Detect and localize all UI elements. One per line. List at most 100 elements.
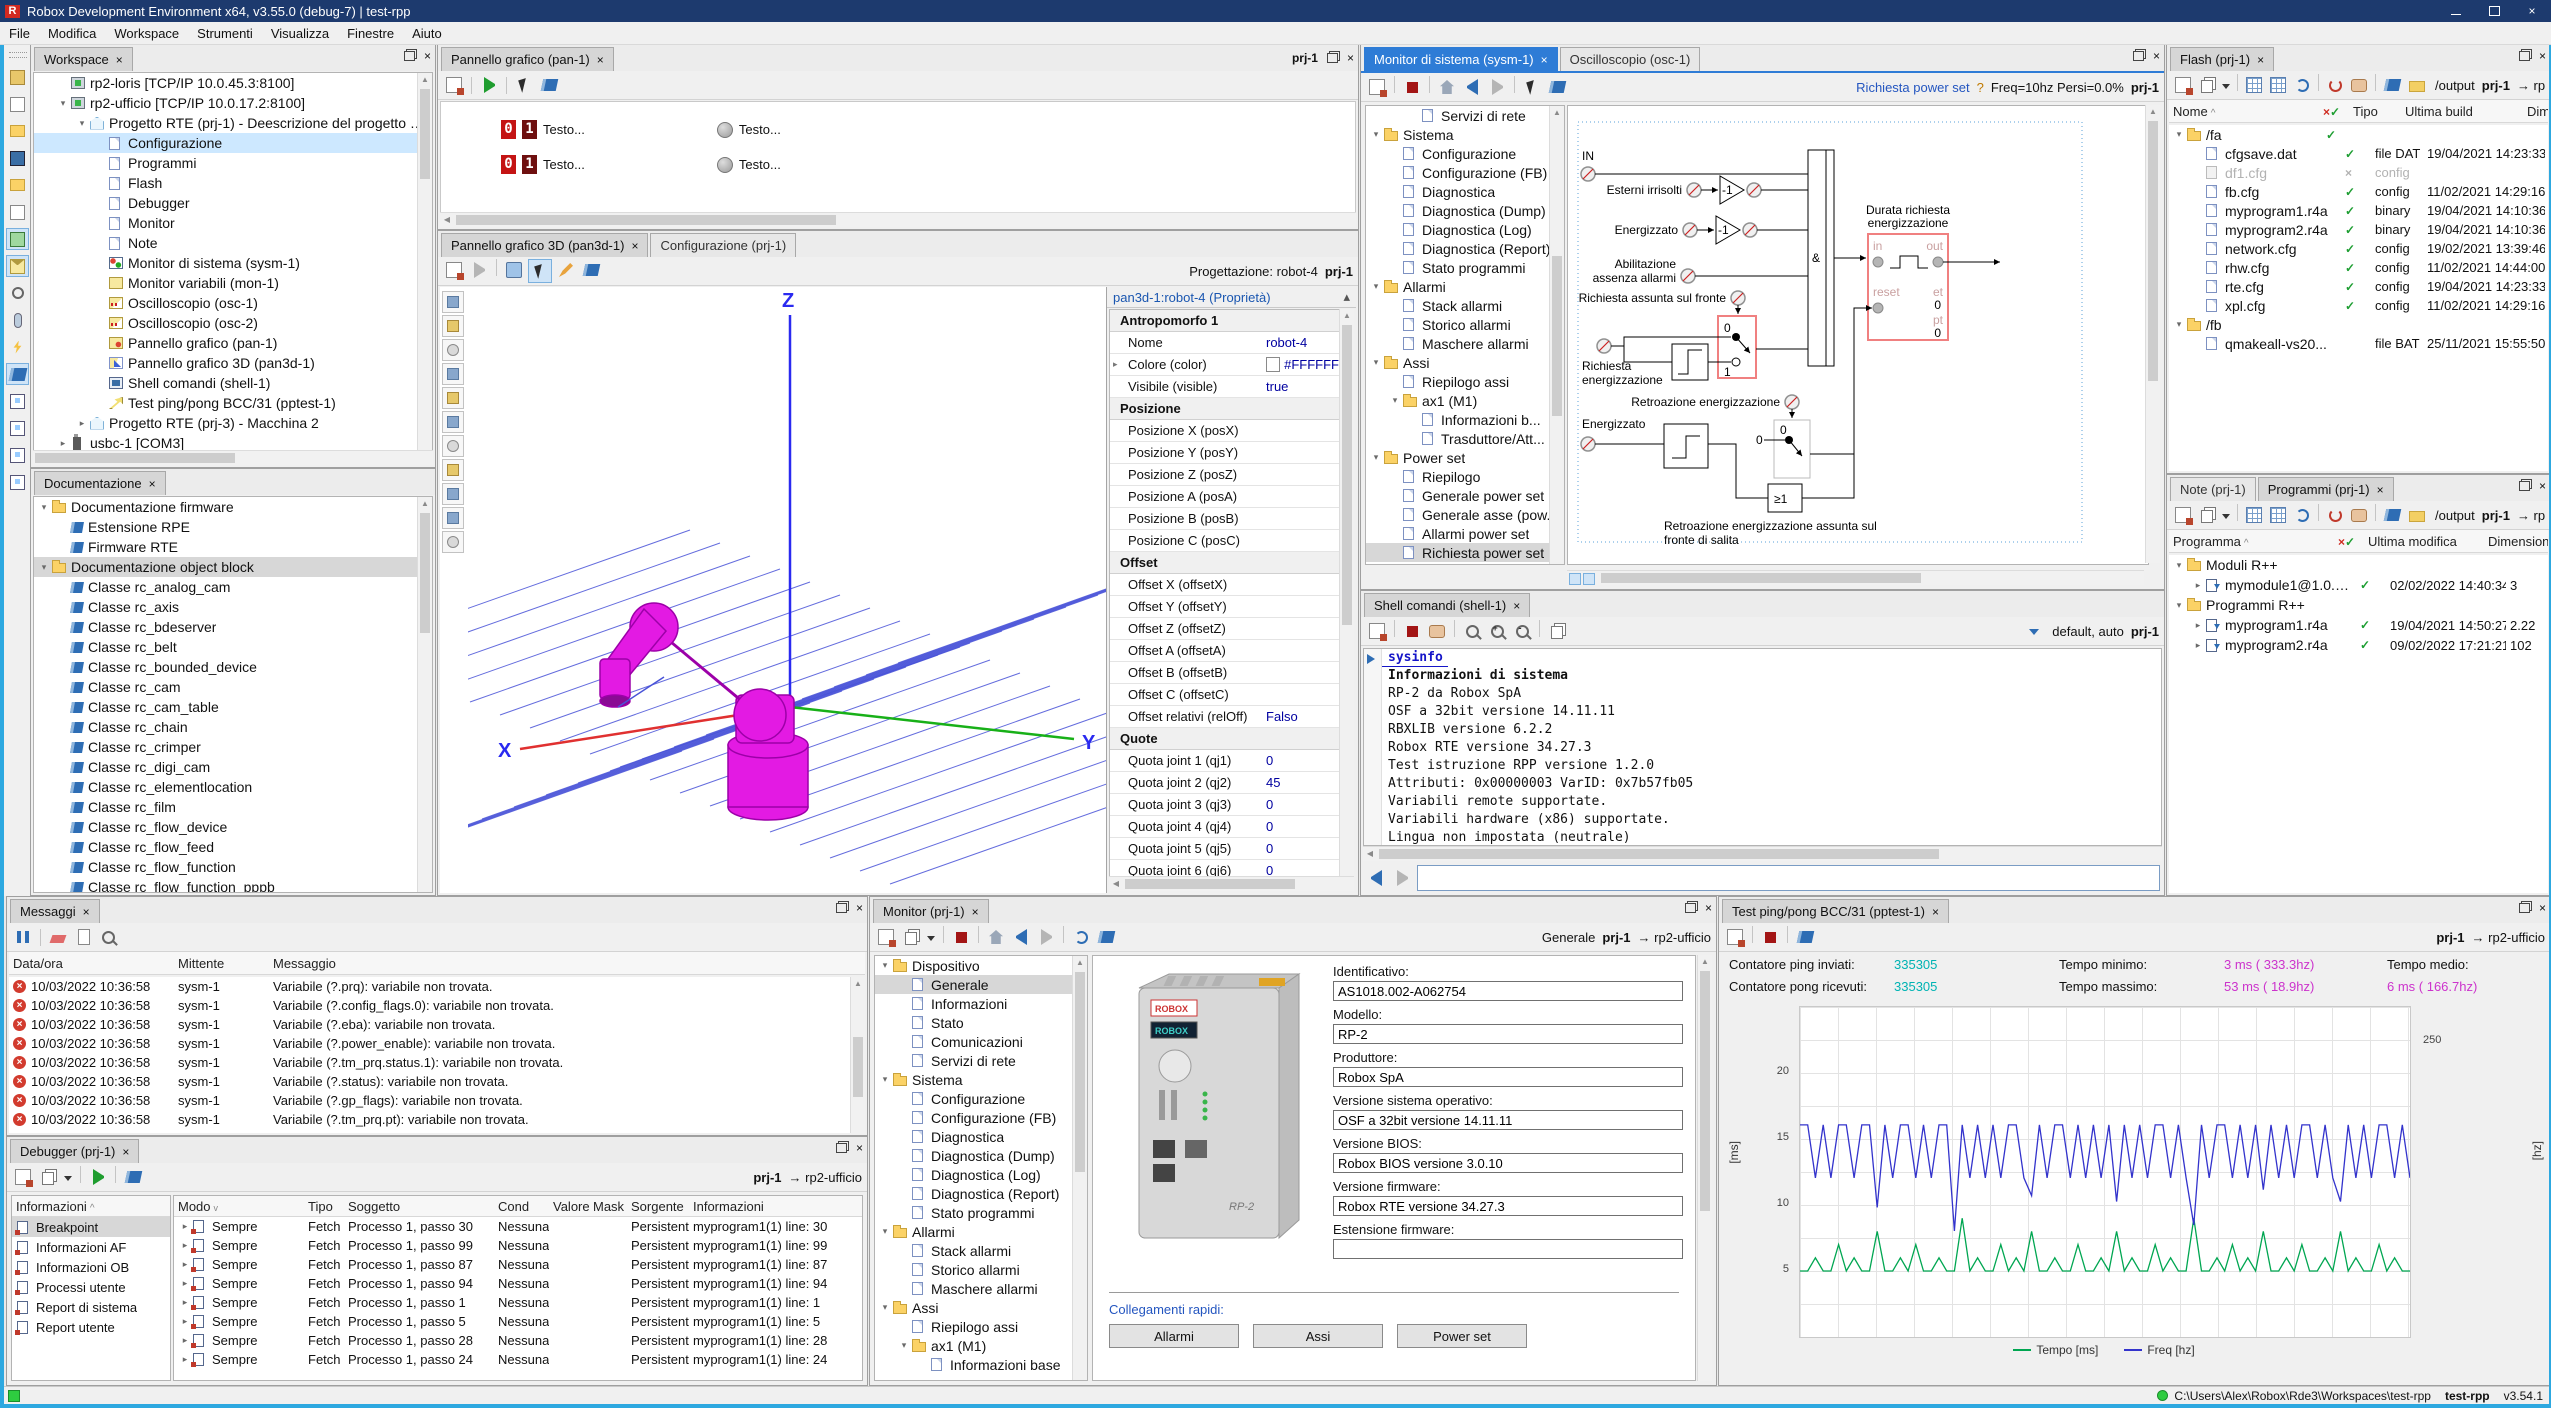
file-row[interactable]: rte.cfg ✓ config 19/04/2021 14:23:33	[2169, 277, 2548, 296]
vertical-scrollbar[interactable]: ▲	[2145, 105, 2160, 563]
docs-icon[interactable]	[6, 363, 29, 385]
property-row[interactable]: Offset Z (offsetZ)	[1110, 618, 1339, 640]
menu-item[interactable]: Visualizza	[262, 22, 338, 44]
panel-widget-row[interactable]: 01 Testo... Testo...	[501, 155, 781, 174]
debug-view-item[interactable]: Informazioni AF	[12, 1237, 170, 1257]
property-row[interactable]: Offset A (offsetA)	[1110, 640, 1339, 662]
tree-item[interactable]: Classe rc_flow_function	[34, 857, 432, 877]
tab-debugger[interactable]: Debugger (prj-1) ×	[10, 1139, 139, 1163]
select-icon[interactable]	[442, 291, 464, 313]
Power set[interactable]: Power set	[1397, 1324, 1527, 1348]
minimize-button[interactable]	[2437, 0, 2475, 22]
close-panel-icon[interactable]: ×	[856, 1143, 863, 1153]
message-row[interactable]: 10/03/2022 10:36:58 sysm-1 Variabile (?.…	[9, 1091, 851, 1110]
close-icon[interactable]: ×	[116, 55, 123, 65]
menu-item[interactable]: Strumenti	[188, 22, 262, 44]
property-row[interactable]: Posizione B (posB)	[1110, 508, 1339, 530]
debug-view-item[interactable]: Processi utente	[12, 1277, 170, 1297]
property-row[interactable]: Quota joint 1 (qj1) 0	[1110, 750, 1339, 772]
menu-item[interactable]: Modifica	[39, 22, 105, 44]
sep[interactable]	[2318, 74, 2319, 91]
close-panel-icon[interactable]: ×	[1347, 53, 1354, 63]
tree-item[interactable]: Allarmi power set	[1366, 524, 1564, 543]
close-icon[interactable]: ×	[1541, 55, 1548, 65]
tree-item[interactable]: Stato	[875, 1013, 1087, 1032]
property-row[interactable]: Offset X (offsetX)	[1110, 574, 1339, 596]
flash-tool-icon[interactable]	[6, 336, 29, 358]
float-panel-icon[interactable]	[2519, 51, 2530, 61]
expander-icon[interactable]: ▸	[178, 1316, 192, 1327]
tree-item[interactable]: Diagnostica (Report)	[1366, 239, 1564, 258]
property-row[interactable]: Nome robot-4	[1110, 332, 1339, 354]
page-nav-icon[interactable]	[1583, 573, 1595, 585]
mail-icon[interactable]	[6, 255, 29, 277]
axes-icon[interactable]	[442, 459, 464, 481]
view-home-icon[interactable]	[442, 411, 464, 433]
pause-icon[interactable]	[12, 926, 34, 948]
close-icon[interactable]: ×	[631, 241, 638, 251]
tab-configurazione[interactable]: Configurazione (prj-1)	[650, 233, 796, 257]
close-panel-icon[interactable]: ×	[2539, 481, 2546, 491]
tree-item[interactable]: Configurazione	[1366, 144, 1564, 163]
hand-icon[interactable]	[1426, 620, 1448, 642]
expander-icon[interactable]: ▾	[878, 960, 892, 971]
dd-icon[interactable]	[2220, 74, 2232, 96]
float-panel-icon[interactable]	[1327, 53, 1338, 63]
breakpoint-row[interactable]: ▸ Sempre Fetch Processo 1, passo 99 Ness…	[174, 1236, 862, 1255]
tree-item[interactable]: Classe rc_cam_table	[34, 697, 432, 717]
dd-icon[interactable]	[62, 1166, 74, 1188]
device-field-input[interactable]	[1333, 981, 1683, 1001]
help-badge[interactable]: ?	[1977, 80, 1984, 95]
file-row[interactable]: xpl.cfg ✓ config 11/02/2021 14:29:16	[2169, 296, 2548, 315]
tab-monitor[interactable]: Monitor (prj-1) ×	[873, 899, 989, 923]
panel-widget-row[interactable]: 01 Testo... Testo...	[501, 120, 781, 139]
file-row[interactable]: df1.cfg × config	[2169, 163, 2548, 182]
expander-icon[interactable]: ▸	[2191, 620, 2205, 631]
expander-icon[interactable]: ▸	[1113, 359, 1118, 370]
vertical-scrollbar[interactable]: ▲	[1339, 309, 1354, 877]
zoom-in-icon[interactable]	[1486, 620, 1508, 642]
expander-icon[interactable]: ▸	[2191, 580, 2205, 591]
col-informazioni[interactable]: Informazioni	[689, 1199, 862, 1214]
close-icon[interactable]: ×	[149, 479, 156, 489]
col-tipo[interactable]: Tipo	[304, 1199, 344, 1214]
tab-shell[interactable]: Shell comandi (shell-1) ×	[1364, 593, 1530, 617]
file-row[interactable]: rhw.cfg ✓ config 11/02/2021 14:44:00	[2169, 258, 2548, 277]
page-nav-icon[interactable]	[1569, 573, 1581, 585]
expander-icon[interactable]: ▸	[178, 1278, 192, 1289]
col-informazioni[interactable]: Informazioni	[12, 1199, 99, 1214]
tree-item[interactable]: ▾ Allarmi	[875, 1222, 1087, 1241]
property-row[interactable]: Posizione Z (posZ)	[1110, 464, 1339, 486]
sync-icon[interactable]	[2291, 504, 2313, 526]
col-dimensione[interactable]: Dimensione	[2523, 104, 2548, 119]
tab-programmi[interactable]: Programmi (prj-1) ×	[2258, 477, 2394, 501]
tree-item[interactable]: Firmware RTE	[34, 537, 432, 557]
tree-item[interactable]: Note	[34, 233, 432, 253]
hand-icon[interactable]	[2348, 504, 2370, 526]
zoom-in-icon[interactable]	[442, 363, 464, 385]
expander-icon[interactable]: ▸	[178, 1297, 192, 1308]
sep[interactable]	[978, 926, 979, 943]
tree-item[interactable]: ▾ Documentazione object block	[34, 557, 432, 577]
expander-icon[interactable]: ▾	[1369, 129, 1383, 140]
float-panel-icon[interactable]	[2519, 481, 2530, 491]
close-icon[interactable]: ×	[597, 55, 604, 65]
tree-item[interactable]: Stack allarmi	[875, 1241, 1087, 1260]
close-panel-icon[interactable]: ×	[424, 51, 431, 61]
expander-icon[interactable]: ▾	[1369, 281, 1383, 292]
float-panel-icon[interactable]	[1685, 903, 1696, 913]
tree-item[interactable]: Generale asse (pow...	[1366, 505, 1564, 524]
property-row[interactable]: Offset C (offsetC)	[1110, 684, 1339, 706]
horizontal-scrollbar[interactable]: ◀	[440, 212, 1356, 227]
tree-item[interactable]: Classe rc_analog_cam	[34, 577, 432, 597]
col-valore[interactable]: Valore	[549, 1199, 589, 1214]
tab-pan3d[interactable]: Pannello grafico 3D (pan3d-1) ×	[441, 233, 648, 257]
tree-item[interactable]: ▾ Progetto RTE (prj-1) - Deescrizione de…	[34, 113, 432, 133]
breakpoint-row[interactable]: ▸ Sempre Fetch Processo 1, passo 5 Nessu…	[174, 1312, 862, 1331]
tree-item[interactable]: Classe rc_film	[34, 797, 432, 817]
open-project-icon[interactable]	[6, 120, 29, 142]
tab-flash[interactable]: Flash (prj-1) ×	[2170, 47, 2274, 71]
device-field-input[interactable]	[1333, 1196, 1683, 1216]
sep[interactable]	[506, 77, 507, 94]
property-row[interactable]: Quota joint 3 (qj3) 0	[1110, 794, 1339, 816]
